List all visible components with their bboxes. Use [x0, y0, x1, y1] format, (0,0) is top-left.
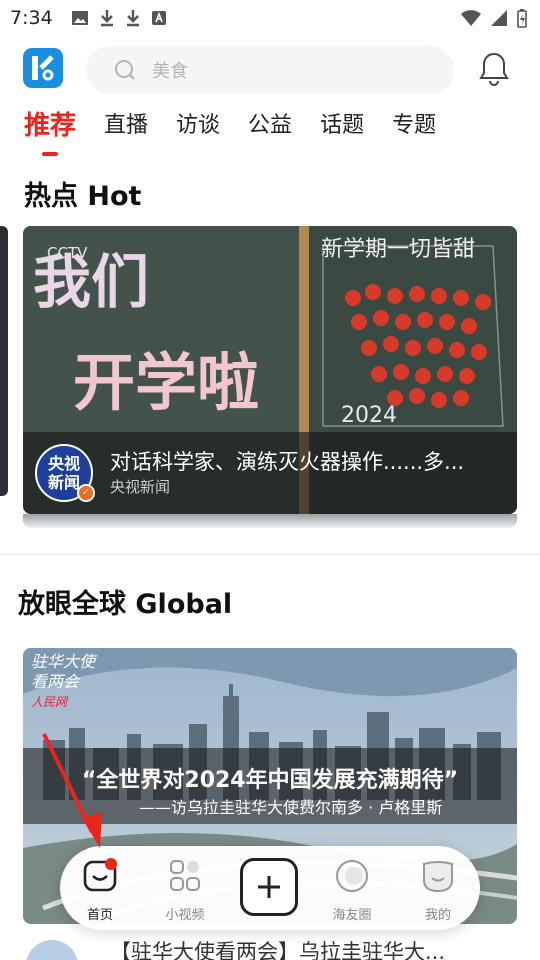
logo-icon	[32, 55, 54, 81]
plus-icon	[258, 876, 280, 898]
tab-charity[interactable]: 公益	[248, 108, 292, 148]
chalk-text-year: 2024	[341, 403, 397, 428]
grid-apps-icon	[170, 860, 200, 891]
section-divider	[0, 554, 540, 555]
status-time: 7:34	[10, 7, 53, 29]
avatar-text: 央视	[47, 454, 80, 473]
nav-label: 我的	[424, 908, 451, 923]
card-source: 央视新闻	[110, 478, 171, 496]
brand-text: 人民网	[31, 695, 68, 709]
bell-icon	[479, 52, 509, 86]
signal-icon	[491, 10, 507, 26]
source-avatar[interactable]: 央视 新闻 ✓	[35, 444, 95, 502]
gallery-icon	[71, 11, 88, 25]
download-icon	[126, 10, 139, 27]
home-icon	[83, 858, 117, 892]
wifi-icon	[461, 10, 481, 26]
brand-text: 驻华大使	[31, 652, 96, 671]
avatar-text: 新闻	[47, 473, 80, 492]
nav-short-video[interactable]: 小视频	[155, 858, 215, 923]
hot-news-card[interactable]: 我们 开学啦 CCTV 新学期一切皆甜 2024 央视 新闻 ✓ 对话科学家、演…	[23, 226, 517, 514]
global-headline: “全世界对2024年中国发展充满期待”	[81, 768, 459, 793]
global-subheadline: ——访乌拉圭驻华大使费尔南多 · 卢格里斯	[139, 798, 443, 817]
hot-section-title: 热点 Hot	[24, 181, 142, 212]
notification-button[interactable]	[474, 48, 514, 88]
global-section-title: 放眼全球 Global	[18, 589, 233, 620]
profile-face-icon	[423, 861, 453, 893]
next-item-title[interactable]: 【驻华大使看两会】乌拉圭驻华大...	[110, 936, 445, 960]
verified-badge-icon: ✓	[77, 484, 95, 502]
tab-interview[interactable]: 访谈	[176, 108, 220, 148]
nav-friends-circle[interactable]: 海友圈	[322, 858, 382, 923]
font-app-icon	[151, 11, 166, 25]
app-header: 美食	[0, 44, 540, 96]
previous-card-peek[interactable]	[0, 226, 8, 496]
brand-text: 看两会	[31, 672, 80, 691]
next-item-avatar	[26, 940, 78, 960]
search-bar[interactable]: 美食	[86, 46, 454, 94]
card-stack-shadow	[23, 514, 517, 528]
tab-live[interactable]: 直播	[104, 108, 148, 148]
nav-label: 首页	[86, 908, 113, 923]
search-icon	[115, 60, 135, 80]
download-icon	[100, 10, 113, 27]
nav-me[interactable]: 我的	[408, 858, 468, 923]
app-logo[interactable]	[23, 48, 63, 88]
chalk-text-sweet: 新学期一切皆甜	[321, 237, 475, 262]
status-bar: 7:34	[0, 0, 540, 36]
create-post-button[interactable]	[240, 858, 298, 916]
search-placeholder: 美食	[152, 61, 188, 82]
nav-home[interactable]: 首页	[70, 858, 130, 923]
category-tabs: 推荐 直播 访谈 公益 话题 专题	[24, 108, 464, 158]
tab-recommend[interactable]: 推荐	[24, 108, 76, 156]
tab-topics[interactable]: 话题	[320, 108, 364, 148]
nav-label: 海友圈	[332, 908, 372, 923]
battery-icon	[517, 9, 527, 28]
card-title: 对话科学家、演练灭火器操作......多...	[110, 450, 465, 474]
cctv-logo-text: CCTV	[47, 244, 88, 262]
bottom-navigation: 首页 小视频 海友圈 我的	[60, 846, 480, 930]
card-caption: 央视 新闻 ✓ 对话科学家、演练灭火器操作......多... 央视新闻	[23, 432, 517, 514]
chalk-text-school-start: 开学啦	[73, 346, 259, 419]
nav-label: 小视频	[165, 908, 205, 923]
tab-special[interactable]: 专题	[392, 108, 436, 148]
program-brand: 驻华大使 看两会 人民网	[31, 652, 95, 712]
circle-icon	[336, 860, 368, 892]
